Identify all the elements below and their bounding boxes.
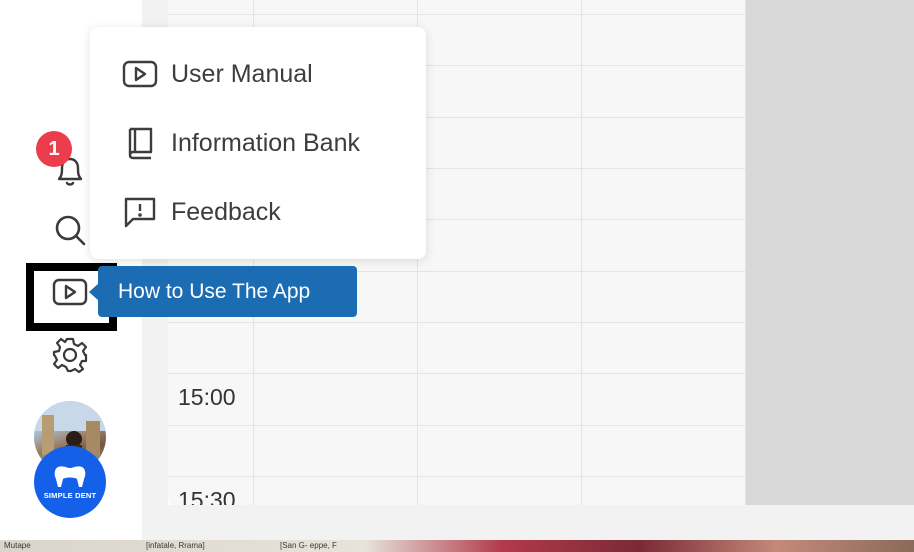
tooltip: How to Use The App — [98, 266, 357, 317]
search-icon[interactable] — [50, 210, 90, 250]
background-text: [infatale, Rrama] — [146, 541, 205, 550]
menu-item-user-manual[interactable]: User Manual — [120, 54, 410, 94]
background-strip: Mutape [infatale, Rrama] [San G- eppe, F — [0, 540, 914, 552]
logo-text: SIMPLE DENT — [43, 490, 97, 500]
menu-item-information-bank[interactable]: Information Bank — [120, 123, 410, 163]
time-label: 15:00 — [178, 384, 236, 410]
grid-line — [168, 373, 746, 374]
time-label: 15:30 — [178, 487, 236, 505]
menu-item-label: User Manual — [171, 59, 313, 88]
gear-icon[interactable] — [50, 335, 90, 375]
feedback-icon — [120, 192, 160, 232]
app-logo[interactable]: SIMPLE DENT — [34, 446, 106, 518]
side-panel — [746, 0, 914, 505]
help-menu: User Manual Information Bank Feedback — [90, 27, 426, 259]
play-video-icon — [120, 54, 160, 94]
calendar-day-column[interactable] — [418, 0, 582, 505]
grid-line — [168, 425, 746, 426]
grid-line — [168, 322, 746, 323]
calendar-footer — [168, 505, 914, 540]
background-text: Mutape — [4, 541, 31, 550]
book-icon — [120, 123, 160, 163]
calendar-day-column[interactable] — [582, 0, 746, 505]
grid-line — [168, 476, 746, 477]
tooth-icon — [54, 465, 86, 487]
menu-item-label: Feedback — [171, 197, 281, 226]
background-text: [San G- eppe, F — [280, 541, 337, 550]
menu-item-feedback[interactable]: Feedback — [120, 192, 410, 232]
grid-line — [168, 14, 746, 15]
notification-badge: 1 — [36, 131, 72, 167]
menu-item-label: Information Bank — [171, 128, 360, 157]
